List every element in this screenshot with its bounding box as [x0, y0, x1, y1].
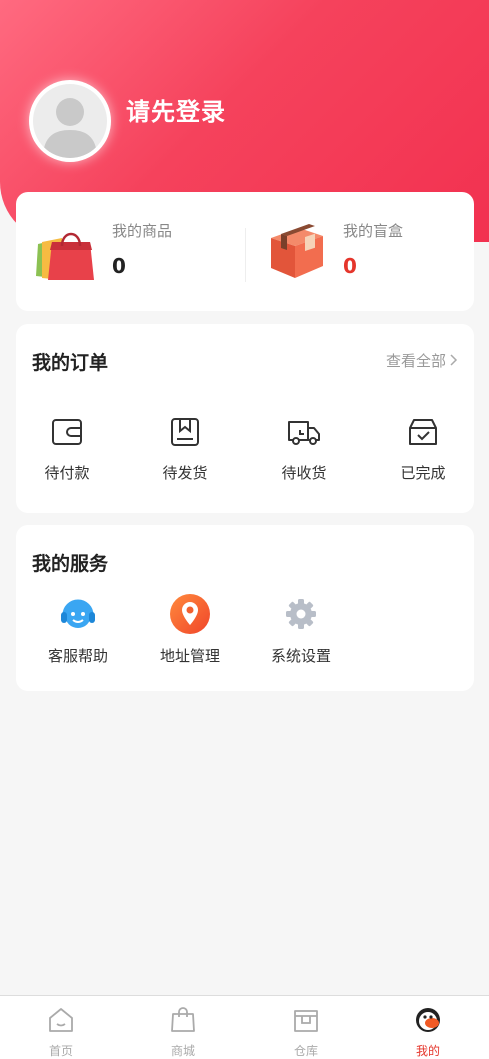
my-mystery-box[interactable]: 我的盲盒 0: [245, 192, 474, 311]
truck-icon: [286, 414, 322, 450]
my-goods-label: 我的商品: [112, 222, 173, 240]
order-pending-payment-label: 待付款: [44, 464, 90, 482]
login-prompt[interactable]: 请先登录: [126, 92, 226, 127]
tab-home-label: 首页: [48, 1044, 73, 1058]
order-pending-receipt-label: 待收货: [281, 464, 327, 482]
gear-icon: [280, 593, 322, 635]
headset-icon: [57, 593, 99, 635]
default-avatar-icon: [33, 84, 107, 158]
service-customer-help-label: 客服帮助: [47, 647, 108, 665]
tab-mall-label: 商城: [170, 1044, 195, 1058]
my-mystery-box-count: 0: [343, 254, 357, 278]
service-address-management[interactable]: 地址管理: [135, 593, 245, 666]
package-icon: [167, 414, 203, 450]
location-pin-icon: [169, 593, 211, 635]
order-completed[interactable]: 已完成: [373, 414, 473, 483]
order-pending-payment[interactable]: 待付款: [17, 414, 117, 483]
service-system-settings[interactable]: 系统设置: [246, 593, 356, 666]
orders-card: 我的订单 查看全部 待付款 待发货 待收货 已完成: [16, 324, 474, 513]
services-card: 我的服务 客服帮助 地址管理 系统设置: [16, 525, 474, 691]
home-icon: [47, 1006, 75, 1034]
tab-home[interactable]: 首页: [31, 1006, 91, 1059]
view-all-orders-link[interactable]: 查看全部: [386, 350, 458, 371]
tab-mine-label: 我的: [415, 1044, 440, 1058]
order-pending-shipment[interactable]: 待发货: [135, 414, 235, 483]
my-goods-count: 0: [112, 254, 126, 278]
tab-mall[interactable]: 商城: [153, 1006, 213, 1059]
tab-warehouse[interactable]: 仓库: [276, 1006, 336, 1059]
view-all-label: 查看全部: [385, 352, 446, 370]
shopping-bag-icon: [32, 220, 98, 286]
mascot-icon: [414, 1006, 442, 1034]
chevron-right-icon: [450, 352, 458, 370]
order-completed-label: 已完成: [400, 464, 446, 482]
services-title: 我的服务: [32, 553, 109, 575]
box-check-icon: [405, 414, 441, 450]
service-customer-help[interactable]: 客服帮助: [23, 593, 133, 666]
orders-title: 我的订单: [32, 352, 109, 374]
service-address-management-label: 地址管理: [159, 647, 220, 665]
tab-warehouse-label: 仓库: [293, 1044, 318, 1058]
bottom-tab-bar: 首页 商城 仓库 我的: [0, 995, 489, 1059]
shopping-bag-icon: [169, 1006, 197, 1034]
assets-card: 我的商品 0 我的盲盒 0: [16, 192, 474, 311]
order-pending-receipt[interactable]: 待收货: [254, 414, 354, 483]
wallet-icon: [49, 414, 85, 450]
warehouse-icon: [292, 1006, 320, 1034]
my-goods[interactable]: 我的商品 0: [16, 192, 245, 311]
my-mystery-box-label: 我的盲盒: [343, 222, 404, 240]
order-pending-shipment-label: 待发货: [162, 464, 208, 482]
tab-mine[interactable]: 我的: [398, 1006, 458, 1059]
avatar[interactable]: [29, 80, 111, 162]
mystery-box-icon: [265, 220, 331, 286]
service-system-settings-label: 系统设置: [270, 647, 331, 665]
